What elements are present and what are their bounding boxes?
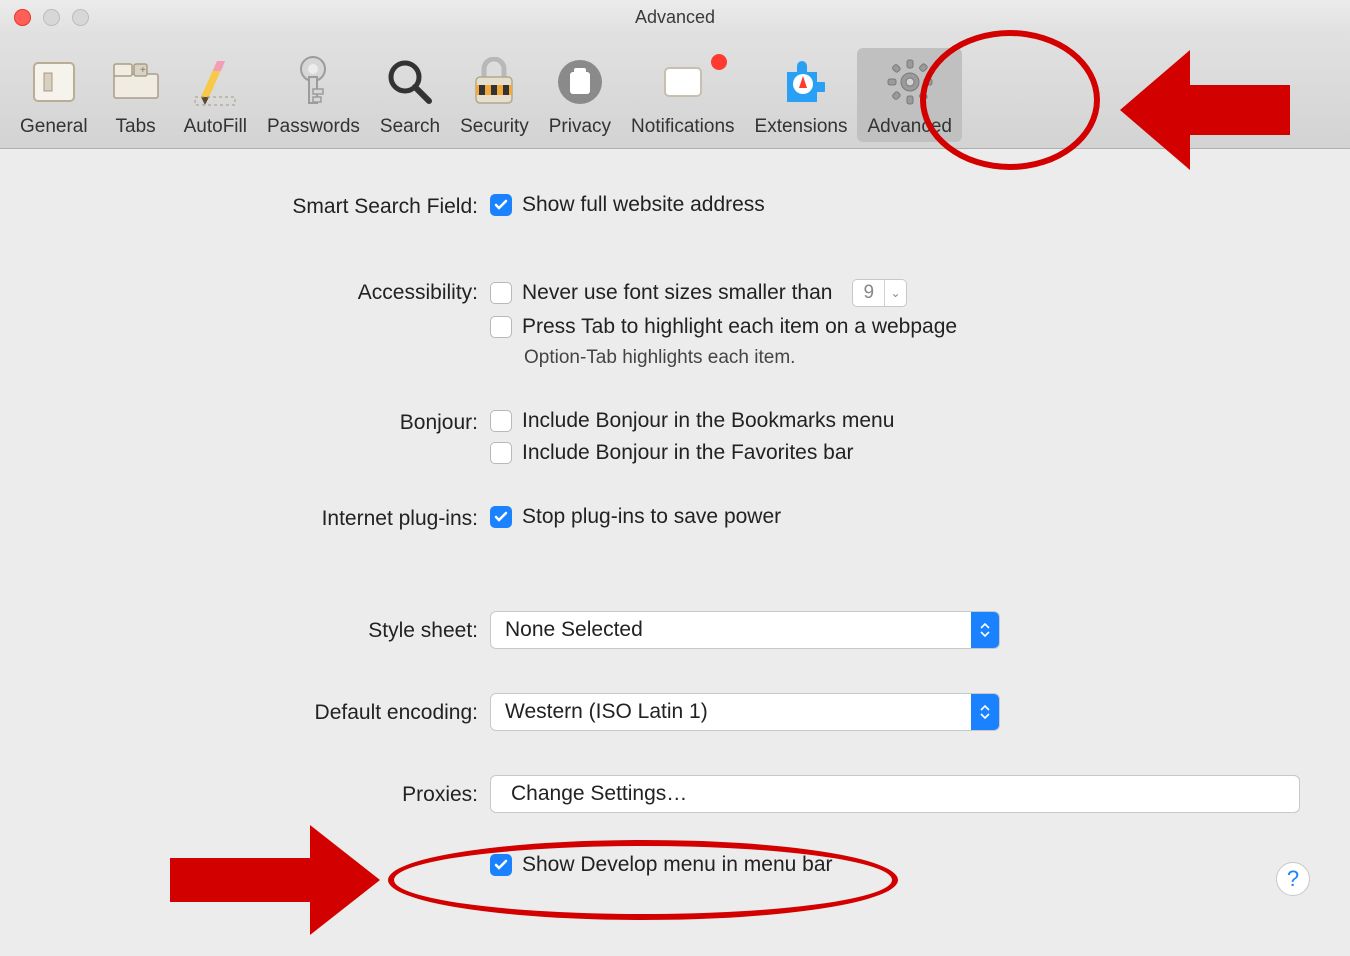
toolbar-autofill[interactable]: AutoFill <box>174 48 257 142</box>
stop-plugins-checkbox[interactable] <box>490 506 512 528</box>
general-icon <box>26 54 82 110</box>
toolbar-search-label: Search <box>380 116 440 138</box>
extensions-icon <box>773 54 829 110</box>
advanced-icon <box>882 54 938 110</box>
change-settings-label: Change Settings… <box>511 782 687 806</box>
show-develop-menu-label: Show Develop menu in menu bar <box>522 853 833 877</box>
style-sheet-label: Style sheet: <box>50 611 490 643</box>
press-tab-checkbox[interactable] <box>490 316 512 338</box>
toolbar-autofill-label: AutoFill <box>184 116 247 138</box>
encoding-popup[interactable]: Western (ISO Latin 1) <box>490 693 1000 731</box>
passwords-icon <box>285 54 341 110</box>
toolbar-security[interactable]: Security <box>450 48 539 142</box>
toolbar-privacy[interactable]: Privacy <box>539 48 621 142</box>
bonjour-label: Bonjour: <box>50 409 490 435</box>
toolbar-security-label: Security <box>460 116 529 138</box>
help-button[interactable]: ? <box>1276 862 1310 896</box>
titlebar: Advanced <box>0 0 1350 34</box>
toolbar-general-label: General <box>20 116 88 138</box>
show-full-address-checkbox[interactable] <box>490 194 512 216</box>
option-tab-hint: Option-Tab highlights each item. <box>490 347 1300 369</box>
bonjour-favorites-checkbox[interactable] <box>490 442 512 464</box>
help-icon: ? <box>1287 866 1299 892</box>
smart-search-label: Smart Search Field: <box>50 193 490 219</box>
min-font-label: Never use font sizes smaller than <box>522 281 832 305</box>
bonjour-bookmarks-label: Include Bonjour in the Bookmarks menu <box>522 409 894 433</box>
encoding-value: Western (ISO Latin 1) <box>491 700 971 724</box>
toolbar-advanced[interactable]: Advanced <box>857 48 962 142</box>
accessibility-label: Accessibility: <box>50 279 490 305</box>
toolbar-advanced-label: Advanced <box>867 116 952 138</box>
toolbar-notifications-label: Notifications <box>631 116 735 138</box>
toolbar-search[interactable]: Search <box>370 48 450 142</box>
style-sheet-value: None Selected <box>491 618 971 642</box>
toolbar-tabs[interactable]: + Tabs <box>98 48 174 142</box>
advanced-pane: Smart Search Field: Show full website ad… <box>0 149 1350 923</box>
toolbar-general[interactable]: General <box>10 48 98 142</box>
toolbar-notifications[interactable]: Notifications <box>621 48 745 142</box>
privacy-icon <box>552 54 608 110</box>
proxies-label: Proxies: <box>50 775 490 807</box>
svg-text:+: + <box>140 65 146 76</box>
autofill-icon <box>187 54 243 110</box>
preferences-toolbar: General + Tabs AutoFill <box>0 34 1350 149</box>
updown-arrows-icon <box>971 694 999 730</box>
toolbar-extensions-label: Extensions <box>755 116 848 138</box>
min-font-checkbox[interactable] <box>490 282 512 304</box>
show-develop-menu-checkbox[interactable] <box>490 854 512 876</box>
style-sheet-popup[interactable]: None Selected <box>490 611 1000 649</box>
min-font-value: 9 <box>853 282 884 304</box>
show-full-address-label: Show full website address <box>522 193 765 217</box>
toolbar-privacy-label: Privacy <box>549 116 611 138</box>
toolbar-passwords-label: Passwords <box>267 116 360 138</box>
toolbar-tabs-label: Tabs <box>116 116 156 138</box>
security-icon <box>466 54 522 110</box>
plugins-label: Internet plug-ins: <box>50 505 490 531</box>
min-font-stepper[interactable]: 9 ⌄ <box>852 279 907 307</box>
window-title: Advanced <box>0 7 1350 28</box>
search-icon <box>382 54 438 110</box>
press-tab-label: Press Tab to highlight each item on a we… <box>522 315 957 339</box>
change-settings-button[interactable]: Change Settings… <box>490 775 1300 813</box>
chevron-down-icon: ⌄ <box>884 280 906 306</box>
encoding-label: Default encoding: <box>50 693 490 725</box>
toolbar-passwords[interactable]: Passwords <box>257 48 370 142</box>
notifications-icon <box>655 54 711 110</box>
toolbar-extensions[interactable]: Extensions <box>745 48 858 142</box>
bonjour-favorites-label: Include Bonjour in the Favorites bar <box>522 441 854 465</box>
tabs-icon: + <box>108 54 164 110</box>
updown-arrows-icon <box>971 612 999 648</box>
stop-plugins-label: Stop plug-ins to save power <box>522 505 781 529</box>
notification-badge <box>711 54 727 70</box>
bonjour-bookmarks-checkbox[interactable] <box>490 410 512 432</box>
